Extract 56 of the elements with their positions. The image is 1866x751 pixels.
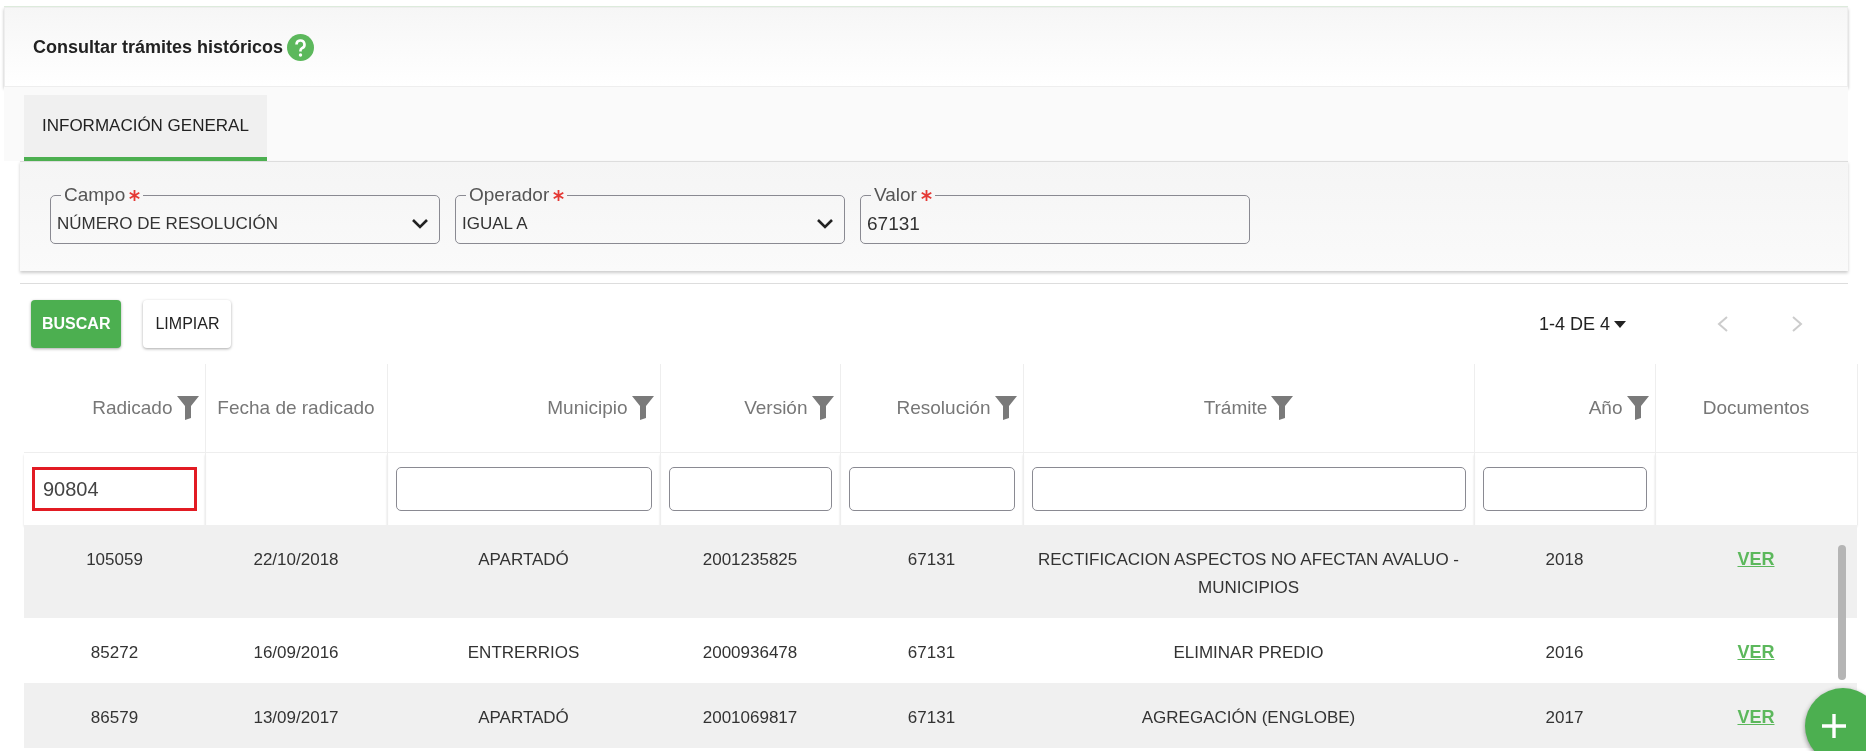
view-link[interactable]: VER: [1737, 638, 1775, 666]
filter-icon[interactable]: [1271, 396, 1294, 420]
page-range-dropdown[interactable]: 1-4 DE 4: [1538, 313, 1626, 335]
table-cell: RECTIFICACION ASPECTOS NO AFECTAN AVALUO - MUNICIPIOS: [1038, 550, 1459, 597]
help-icon[interactable]: [287, 33, 315, 61]
table-cell: 13/09/2017: [253, 708, 339, 727]
table-cell: 2017: [1545, 708, 1584, 727]
table-cell: 67131: [907, 708, 956, 727]
filter-icon[interactable]: [631, 396, 654, 420]
filter-input[interactable]: [668, 467, 832, 511]
field-label: Valor: [874, 184, 917, 206]
chevron-down-icon: [816, 218, 834, 229]
table-cell: 22/10/2018: [253, 550, 339, 569]
table-cell: ELIMINAR PREDIO: [1173, 643, 1324, 662]
filter-input[interactable]: [848, 467, 1015, 511]
filter-input[interactable]: 90804: [32, 467, 197, 511]
table-cell: 2000936478: [702, 643, 798, 662]
table-cell: ENTRERRIOS: [467, 643, 580, 662]
column-header[interactable]: Resolución: [896, 394, 991, 422]
column-header[interactable]: Trámite: [1203, 394, 1268, 422]
search-button[interactable]: BUSCAR: [31, 300, 122, 348]
clear-button[interactable]: LIMPIAR: [143, 300, 232, 348]
page-title: Consultar trámites históricos: [33, 36, 284, 58]
table-cell: 67131: [907, 550, 956, 569]
field-label: Operador: [469, 184, 550, 206]
filter-icon[interactable]: [1626, 396, 1649, 420]
table-cell: 16/09/2016: [253, 643, 339, 662]
chevron-down-icon: [411, 218, 429, 229]
column-header[interactable]: Municipio: [547, 394, 628, 422]
column-header: Fecha de radicado: [217, 397, 375, 418]
filter-icon[interactable]: [994, 396, 1017, 420]
table-cell: APARTADÓ: [478, 708, 569, 727]
table-cell: 67131: [907, 643, 956, 662]
field-label: Campo: [64, 184, 126, 206]
table-cell: 2001235825: [702, 550, 798, 569]
plus-icon: [1821, 713, 1847, 739]
filter-icon[interactable]: [176, 396, 199, 420]
column-header[interactable]: Año: [1588, 394, 1623, 422]
table-cell: 105059: [86, 550, 143, 569]
filter-input[interactable]: [395, 467, 652, 511]
filter-input[interactable]: [1482, 467, 1647, 511]
scrollbar-thumb[interactable]: [1838, 545, 1846, 680]
filter-input[interactable]: [1031, 467, 1466, 511]
filter-icon[interactable]: [811, 396, 834, 420]
table-cell: AGREGACIÓN (ENGLOBE): [1141, 708, 1356, 727]
table-cell: 85272: [90, 643, 139, 662]
table-cell: 86579: [90, 708, 139, 727]
column-header[interactable]: Versión: [744, 394, 808, 422]
column-header[interactable]: Radicado: [92, 394, 173, 422]
column-header: Documentos: [1702, 397, 1810, 418]
caret-down-icon: [1614, 320, 1626, 328]
tab[interactable]: INFORMACIÓN GENERAL: [24, 95, 267, 161]
table-cell: 2016: [1545, 643, 1584, 662]
table-cell: 2001069817: [702, 708, 798, 727]
table-cell: APARTADÓ: [478, 550, 569, 569]
table-cell: 2018: [1545, 550, 1584, 569]
